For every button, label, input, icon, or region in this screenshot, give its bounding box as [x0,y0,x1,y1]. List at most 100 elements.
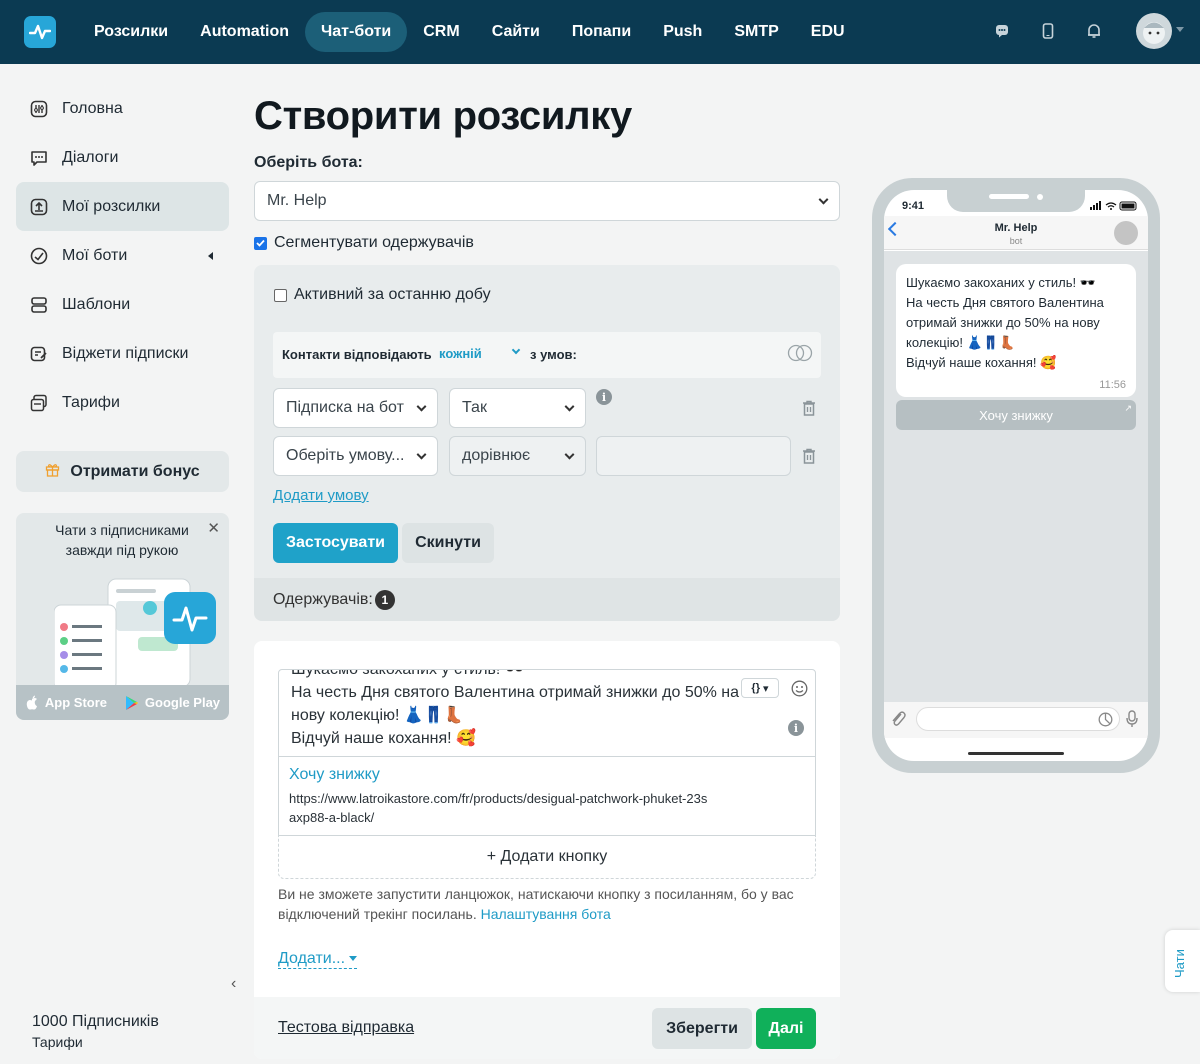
test-send-link[interactable]: Тестова відправка [278,1019,414,1037]
chats-side-tab[interactable]: Чати [1165,930,1200,992]
tariffs-link[interactable]: Тарифи [32,1034,83,1050]
get-bonus-label: Отримати бонус [70,462,200,480]
bot-select[interactable]: Mr. Help [254,181,840,221]
main-menu: Розсилки Automation Чат-боти CRM Сайти Попапи… [78,12,861,52]
sidebar-item-5[interactable]: Віджети підписки [16,329,229,378]
trash-icon[interactable] [800,399,818,417]
avatar[interactable] [1136,13,1172,49]
chat-bubble-icon[interactable] [990,18,1014,44]
google-play-link[interactable]: Google Play [125,695,220,711]
bot-label: Оберіть бота: [254,154,363,171]
get-bonus-button[interactable]: Отримати бонус [16,451,229,492]
microphone-icon [1126,710,1138,727]
chat-bot-name: Mr. Help [994,222,1038,234]
app-logo[interactable] [24,16,56,48]
message-textarea[interactable]: Шукаємо закоханих у стиль! 🕶️ На честь Дн… [278,669,816,757]
nav-item-2[interactable]: Чат-боти [305,12,408,52]
app-store-link[interactable]: App Store [25,695,107,711]
message-text[interactable]: Шукаємо закоханих у стиль! 🕶️ На честь Дн… [291,669,741,750]
recipients-label: Одержувачів: [273,590,373,608]
group-toggle-icon[interactable] [787,344,813,362]
bubble-time: 11:56 [1099,379,1126,391]
condition-value-input[interactable] [596,436,791,476]
emoji-icon[interactable] [791,680,808,697]
apply-button[interactable]: Застосувати [273,523,398,563]
nav-item-0[interactable]: Розсилки [78,12,184,52]
condition-field-value: Підписка на бот [286,399,404,416]
condition-field-select-2[interactable]: Оберіть умову... [273,436,438,476]
nav-item-8[interactable]: EDU [795,12,861,52]
nav-item-1[interactable]: Automation [184,12,305,52]
sidebar-item-label: Головна [62,99,123,117]
bot-icon [30,247,48,265]
message-line: На честь Дня святого Валентина отримай з… [291,684,740,724]
external-link-icon: ↗ [1124,403,1132,413]
condition-mode-select[interactable]: кожній [439,346,482,361]
active-label: Активний за останню добу [294,286,491,303]
next-button[interactable]: Далі [756,1008,816,1049]
checkbox-unchecked[interactable] [274,288,287,302]
phone-notch [947,190,1085,212]
recipients-count-badge: 1 [374,589,395,610]
recipients-row: Одержувачів: 1 [254,578,840,621]
chevron-down-icon[interactable] [511,345,521,355]
bot-settings-link[interactable]: Налаштування бота [481,906,611,922]
chat-avatar [1114,221,1138,245]
google-play-label: Google Play [144,695,221,710]
add-button-button[interactable]: + Додати кнопку [278,836,816,879]
chevron-down-icon[interactable] [1176,27,1184,32]
condition-field-select[interactable]: Підписка на бот [273,388,438,428]
tracking-note: Ви не зможете запустити ланцюжок, натиск… [278,884,823,924]
inline-button-name[interactable]: Хочу знижку [289,766,380,784]
chevron-down-icon [564,449,575,460]
sidebar-item-3[interactable]: Мої боти [16,231,229,280]
info-icon[interactable]: i [596,389,612,405]
condition-operator-select-2[interactable]: дорівнює [449,436,586,476]
nav-item-3[interactable]: CRM [407,12,475,52]
sidebar-item-4[interactable]: Шаблони [16,280,229,329]
inline-button-block[interactable]: Хочу знижку https://www.latroikastore.co… [278,757,816,836]
chevron-left-icon[interactable] [208,252,213,260]
bell-icon[interactable] [1082,18,1106,44]
sidebar-item-label: Діалоги [62,148,119,166]
active-checkbox-row[interactable]: Активний за останню добу [274,286,491,304]
sidebar-item-6[interactable]: Тарифи [16,378,229,427]
sidebar-item-label: Шаблони [62,295,131,313]
trash-icon[interactable] [800,447,818,465]
chat-bot-subtitle: bot [1009,236,1023,246]
nav-item-7[interactable]: SMTP [718,12,794,52]
message-line: Шукаємо закоханих у стиль! 🕶️ [291,669,525,678]
sidebar-item-label: Мої боти [62,246,128,264]
reset-button[interactable]: Скинути [402,523,494,563]
segment-label: Сегментувати одержувачів [274,234,474,251]
add-condition-link[interactable]: Додати умову [273,487,369,504]
sidebar-item-2[interactable]: Мої розсилки [16,182,229,231]
close-icon[interactable]: ✕ [207,519,220,537]
nav-item-5[interactable]: Попапи [556,12,647,52]
variables-label: {} [751,682,760,694]
nav-item-4[interactable]: Сайти [476,12,556,52]
home-indicator [968,752,1064,755]
chat-input-bar [884,702,1148,738]
upload-icon [30,198,48,216]
tariffs-icon [30,394,48,412]
condition-field-value-2: Оберіть умову... [286,447,405,464]
add-more-dropdown[interactable]: Додати... [278,950,358,969]
checkbox-checked[interactable] [254,236,267,250]
sidebar-item-1[interactable]: Діалоги [16,133,229,182]
add-more-label: Додати... [278,950,346,967]
sidebar-item-0[interactable]: Головна [16,84,229,133]
variables-button[interactable]: {} ▾ [741,678,779,698]
chat-background: Шукаємо закоханих у стиль! 🕶️ На честь Д… [884,251,1148,702]
nav-item-6[interactable]: Push [647,12,718,52]
mobile-icon[interactable] [1036,18,1060,44]
save-button[interactable]: Зберегти [652,1008,752,1049]
condition-operator-select[interactable]: Так [449,388,586,428]
inline-button-url: https://www.latroikastore.com/fr/product… [289,791,708,825]
info-icon[interactable]: i [788,720,804,736]
collapse-sidebar-icon[interactable]: ‹ [231,975,236,993]
segment-checkbox-row[interactable]: Сегментувати одержувачів [254,234,474,252]
chats-side-tab-label: Чати [1172,949,1187,978]
chevron-down-icon [416,401,427,412]
condition-header: Контакти відповідають кожній з умов: [273,332,821,378]
